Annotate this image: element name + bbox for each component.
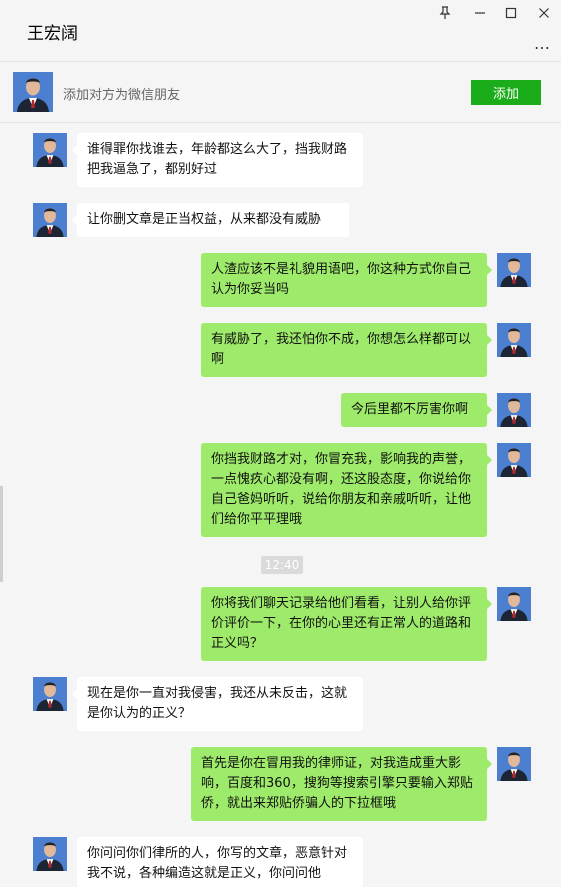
avatar-portrait-icon (497, 393, 531, 427)
sender-avatar[interactable] (33, 837, 67, 871)
add-friend-bar: 添加对方为微信朋友 添加 (0, 61, 561, 123)
message-bubble-outgoing[interactable]: 你挡我财路才对，你冒充我，影响我的声誉，一点愧疚心都没有啊，还这股态度，你说给你… (201, 443, 492, 537)
avatar-portrait-icon (497, 443, 531, 477)
message-bubble-outgoing[interactable]: 首先是你在冒用我的律师证，对我造成重大影响，百度和360，搜狗等搜索引擎只要输入… (191, 747, 492, 821)
contact-avatar[interactable] (13, 72, 53, 112)
own-avatar[interactable] (497, 443, 531, 477)
sender-avatar[interactable] (33, 203, 67, 237)
message-bubble-outgoing[interactable]: 你将我们聊天记录给他们看看，让别人给你评价评价一下，在你的心里还有正常人的道路和… (201, 587, 492, 661)
own-avatar[interactable] (497, 747, 531, 781)
close-icon[interactable] (531, 3, 557, 23)
message-bubble-incoming[interactable]: 现在是你一直对我侵害，我还从未反击，这就是你认为的正义？ (72, 677, 363, 731)
add-friend-prompt: 添加对方为微信朋友 (63, 88, 181, 103)
message-bubble-outgoing[interactable]: 今后里都不厉害你啊 (341, 393, 492, 427)
avatar-portrait-icon (33, 133, 67, 167)
minimize-icon[interactable] (467, 3, 493, 23)
message-bubble-incoming[interactable]: 让你删文章是正当权益，从来都没有威胁 (72, 203, 349, 237)
avatar-portrait-icon (33, 203, 67, 237)
avatar-portrait-icon (33, 837, 67, 871)
scrollbar[interactable] (0, 486, 3, 582)
avatar-portrait-icon (497, 323, 531, 357)
avatar-portrait-icon (497, 587, 531, 621)
message-bubble-outgoing[interactable]: 人渣应该不是礼貌用语吧，你这种方式你自己认为你妥当吗 (201, 253, 492, 307)
own-avatar[interactable] (497, 323, 531, 357)
pin-icon[interactable] (432, 3, 458, 23)
avatar-portrait-icon (497, 747, 531, 781)
avatar-portrait-icon (497, 253, 531, 287)
more-options-icon[interactable]: … (534, 34, 551, 53)
chat-title: 王宏阔 (27, 24, 78, 44)
chat-timestamp: 12:40 (261, 556, 303, 574)
own-avatar[interactable] (497, 253, 531, 287)
message-bubble-outgoing[interactable]: 有威胁了，我还怕你不成，你想怎么样都可以啊 (201, 323, 492, 377)
message-bubble-incoming[interactable]: 谁得罪你找谁去，年龄都这么大了，挡我财路把我逼急了，都别好过 (72, 133, 363, 187)
own-avatar[interactable] (497, 587, 531, 621)
avatar-portrait-icon (13, 72, 53, 112)
sender-avatar[interactable] (33, 677, 67, 711)
chat-title-bar: 王宏阔 … (0, 0, 561, 60)
message-bubble-incoming[interactable]: 你问问你们律所的人，你写的文章，恶意针对我不说，各种编造这就是正义，你问问他 (77, 837, 363, 887)
sender-avatar[interactable] (33, 133, 67, 167)
avatar-portrait-icon (33, 677, 67, 711)
maximize-icon[interactable] (498, 3, 524, 23)
add-friend-button[interactable]: 添加 (471, 80, 541, 105)
own-avatar[interactable] (497, 393, 531, 427)
